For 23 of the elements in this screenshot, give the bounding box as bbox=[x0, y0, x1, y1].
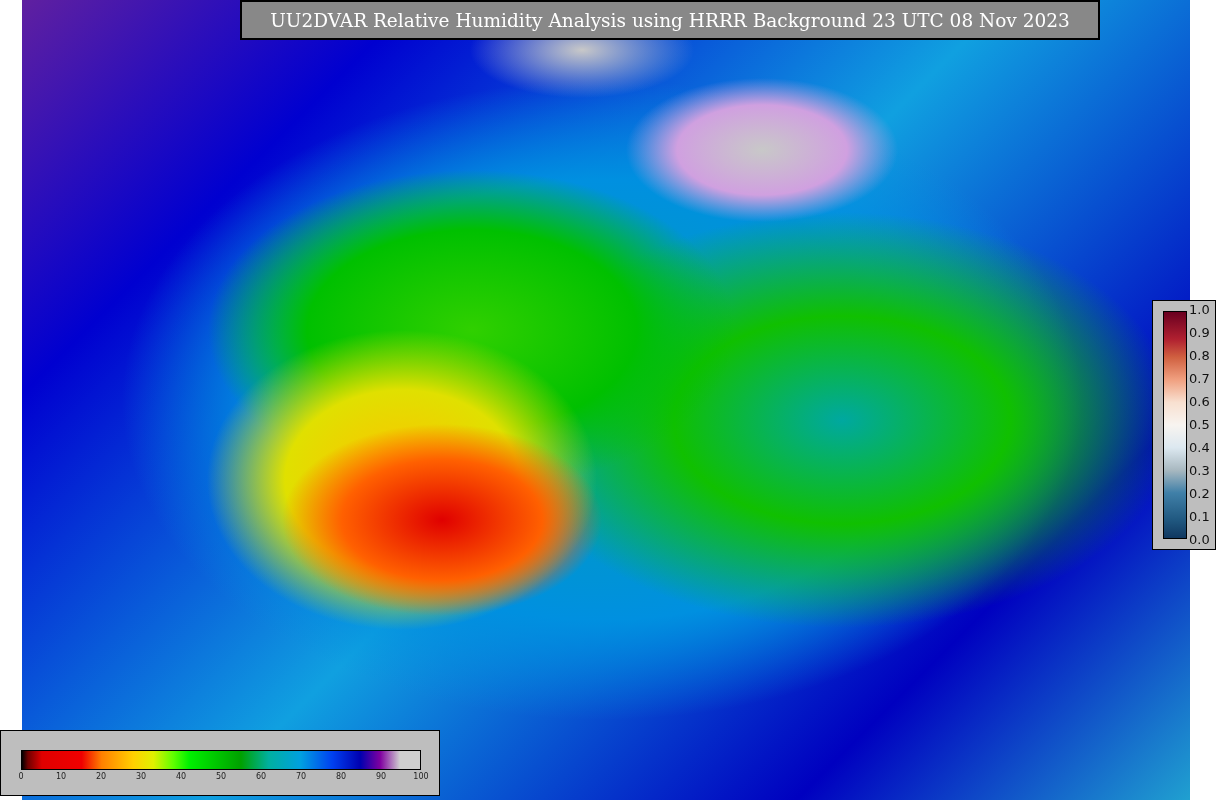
tick-label: 100 bbox=[412, 772, 430, 781]
tick-label: 90 bbox=[374, 772, 388, 781]
tick-label: 80 bbox=[334, 772, 348, 781]
tick-label: 30 bbox=[134, 772, 148, 781]
tick-label: 0 bbox=[17, 772, 25, 781]
tick-label: 0.7 bbox=[1189, 372, 1210, 386]
tick-label: 0.2 bbox=[1189, 487, 1210, 501]
tick-label: 1.0 bbox=[1189, 303, 1210, 317]
tick-label: 0.0 bbox=[1189, 533, 1210, 547]
tick-label: 50 bbox=[214, 772, 228, 781]
tick-label: 60 bbox=[254, 772, 268, 781]
tick-label: 10 bbox=[54, 772, 68, 781]
tick-label: 0.3 bbox=[1189, 464, 1210, 478]
tick-label: 0.9 bbox=[1189, 326, 1210, 340]
tick-label: 0.5 bbox=[1189, 418, 1210, 432]
tick-label: 70 bbox=[294, 772, 308, 781]
tick-label: 0.4 bbox=[1189, 441, 1210, 455]
tick-label: 20 bbox=[94, 772, 108, 781]
tick-label: 0.1 bbox=[1189, 510, 1210, 524]
tick-label: 0.8 bbox=[1189, 349, 1210, 363]
tick-label: 40 bbox=[174, 772, 188, 781]
map-title: UU2DVAR Relative Humidity Analysis using HRRR Background 23 UTC 08 Nov 2023 bbox=[240, 0, 1100, 40]
tick-label: 0.6 bbox=[1189, 395, 1210, 409]
